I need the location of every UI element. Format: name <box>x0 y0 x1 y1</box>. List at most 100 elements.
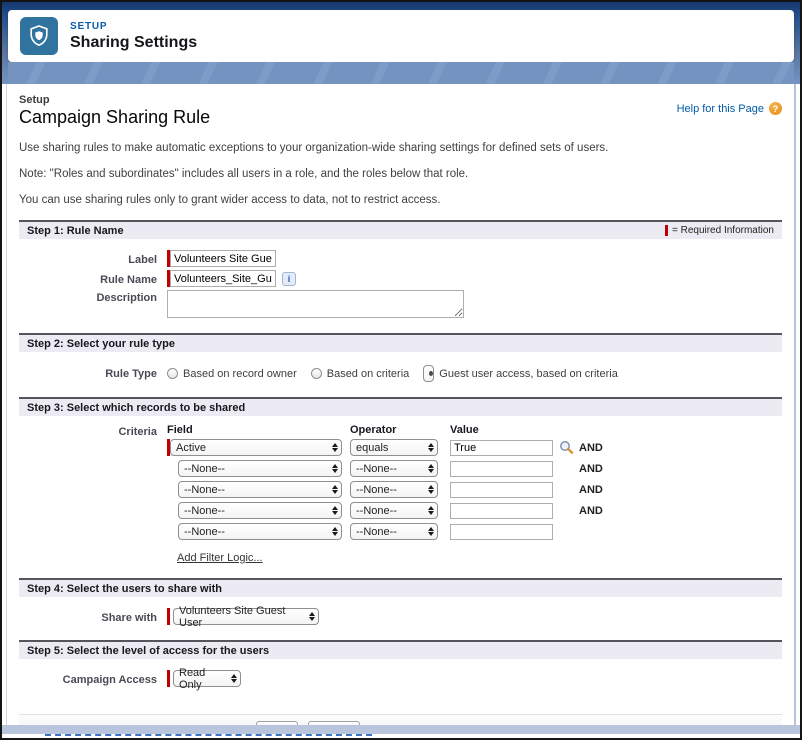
step2-title: Step 2: Select your rule type <box>27 338 175 350</box>
required-legend-text: = Required Information <box>672 225 774 236</box>
field-cell: Active <box>167 439 342 456</box>
campaign-access-select[interactable]: Read Only <box>173 670 241 687</box>
cancel-button[interactable]: Cancel <box>308 721 360 725</box>
rule-name-row: Rule Name i <box>19 270 782 287</box>
page-title-row: Setup Campaign Sharing Rule Help for thi… <box>19 94 782 128</box>
select-value: --None-- <box>184 505 225 517</box>
select-value: Read Only <box>179 667 227 691</box>
select-stepper-icon <box>424 527 437 536</box>
criteria-column-headers: Field Operator Value <box>167 424 603 436</box>
select-stepper-icon <box>424 485 437 494</box>
select-stepper-icon <box>328 485 341 494</box>
required-legend: = Required Information <box>665 225 774 236</box>
criteria-row-4: --None-- --None-- <box>167 502 603 519</box>
rule-name-input[interactable] <box>170 270 276 287</box>
radio-label: Based on criteria <box>327 368 410 380</box>
conjunction-label: AND <box>577 463 603 475</box>
select-value: --None-- <box>184 484 225 496</box>
description-row: Description <box>19 290 782 318</box>
operator-select-4[interactable]: --None-- <box>350 502 438 519</box>
select-stepper-icon <box>305 612 318 621</box>
intro-line-3: You can use sharing rules only to grant … <box>19 194 782 206</box>
value-input-3[interactable] <box>450 482 553 498</box>
description-field-label: Description <box>19 290 167 304</box>
step3-title: Step 3: Select which records to be share… <box>27 402 245 414</box>
help-link[interactable]: Help for this Page <box>677 103 764 115</box>
step1-title: Step 1: Rule Name <box>27 225 124 237</box>
select-value: --None-- <box>356 526 397 538</box>
step3-body: Criteria Field Operator Value Active <box>19 416 782 578</box>
value-input-2[interactable] <box>450 461 553 477</box>
select-stepper-icon <box>424 464 437 473</box>
select-value: --None-- <box>184 526 225 538</box>
criteria-table: Field Operator Value Active <box>167 424 603 544</box>
campaign-access-label: Campaign Access <box>19 672 167 686</box>
step2-body: Rule Type Based on record owner Based on… <box>19 352 782 397</box>
operator-select-2[interactable]: --None-- <box>350 460 438 477</box>
step4-header: Step 4: Select the users to share with <box>19 578 782 597</box>
radio-label: Based on record owner <box>183 368 297 380</box>
field-cell: --None-- <box>167 502 342 519</box>
radio-selected-icon[interactable] <box>423 365 434 382</box>
info-icon[interactable]: i <box>282 272 296 286</box>
screenshot-frame: SETUP Sharing Settings Setup Campaign Sh… <box>0 0 802 740</box>
step1-header: Step 1: Rule Name = Required Information <box>19 220 782 239</box>
save-button[interactable]: Save <box>256 721 298 725</box>
criteria-block: Criteria Field Operator Value Active <box>19 424 782 544</box>
field-select-1[interactable]: Active <box>170 439 342 456</box>
share-with-row: Share with Volunteers Site Guest User <box>19 608 782 625</box>
step5-title: Step 5: Select the level of access for t… <box>27 645 269 657</box>
label-input[interactable] <box>170 250 276 267</box>
share-with-label: Share with <box>19 610 167 624</box>
value-input-4[interactable] <box>450 503 553 519</box>
operator-cell: equals <box>350 439 438 456</box>
operator-select-1[interactable]: equals <box>350 439 438 456</box>
help-for-this-page[interactable]: Help for this Page ? <box>677 102 782 115</box>
field-select-4[interactable]: --None-- <box>178 502 342 519</box>
rule-type-options: Based on record owner Based on criteria … <box>167 363 618 382</box>
select-stepper-icon <box>424 443 437 452</box>
operator-cell: --None-- <box>350 502 438 519</box>
step5-header: Step 5: Select the level of access for t… <box>19 640 782 659</box>
select-stepper-icon <box>328 464 341 473</box>
select-value: equals <box>356 442 388 454</box>
share-with-select[interactable]: Volunteers Site Guest User <box>173 608 319 625</box>
field-select-3[interactable]: --None-- <box>178 481 342 498</box>
focus-dashed-line <box>45 734 372 736</box>
radio-guest-user-access[interactable]: Guest user access, based on criteria <box>423 365 618 382</box>
radio-icon[interactable] <box>167 368 178 379</box>
intro-line-1: Use sharing rules to make automatic exce… <box>19 142 782 154</box>
select-stepper-icon <box>227 674 240 683</box>
question-mark-icon[interactable]: ? <box>769 102 782 115</box>
field-select-5[interactable]: --None-- <box>178 523 342 540</box>
select-value: --None-- <box>356 505 397 517</box>
value-column-header: Value <box>450 424 553 436</box>
sharing-rule-form: Step 1: Rule Name = Required Information… <box>19 220 782 725</box>
magnifier-icon[interactable] <box>558 440 575 455</box>
operator-select-3[interactable]: --None-- <box>350 481 438 498</box>
field-column-header: Field <box>167 424 342 436</box>
select-value: Volunteers Site Guest User <box>179 605 305 629</box>
required-bar-icon <box>167 608 170 625</box>
select-stepper-icon <box>328 527 341 536</box>
radio-based-on-record-owner[interactable]: Based on record owner <box>167 368 297 380</box>
field-select-2[interactable]: --None-- <box>178 460 342 477</box>
radio-icon[interactable] <box>311 368 322 379</box>
criteria-row-3: --None-- --None-- <box>167 481 603 498</box>
radio-based-on-criteria[interactable]: Based on criteria <box>311 368 410 380</box>
value-input-5[interactable] <box>450 524 553 540</box>
value-cell <box>450 482 553 498</box>
value-input-1[interactable] <box>450 440 553 456</box>
page-title: Campaign Sharing Rule <box>19 107 210 128</box>
description-textarea[interactable] <box>167 290 464 318</box>
required-bar-icon <box>665 225 668 236</box>
operator-select-5[interactable]: --None-- <box>350 523 438 540</box>
label-row: Label <box>19 250 782 267</box>
select-value: --None-- <box>356 463 397 475</box>
value-cell <box>450 461 553 477</box>
criteria-row-1: Active equals <box>167 439 603 456</box>
step4-body: Share with Volunteers Site Guest User <box>19 597 782 640</box>
add-filter-logic-link[interactable]: Add Filter Logic... <box>177 552 263 564</box>
main-content: Setup Campaign Sharing Rule Help for thi… <box>6 84 796 725</box>
operator-cell: --None-- <box>350 523 438 540</box>
